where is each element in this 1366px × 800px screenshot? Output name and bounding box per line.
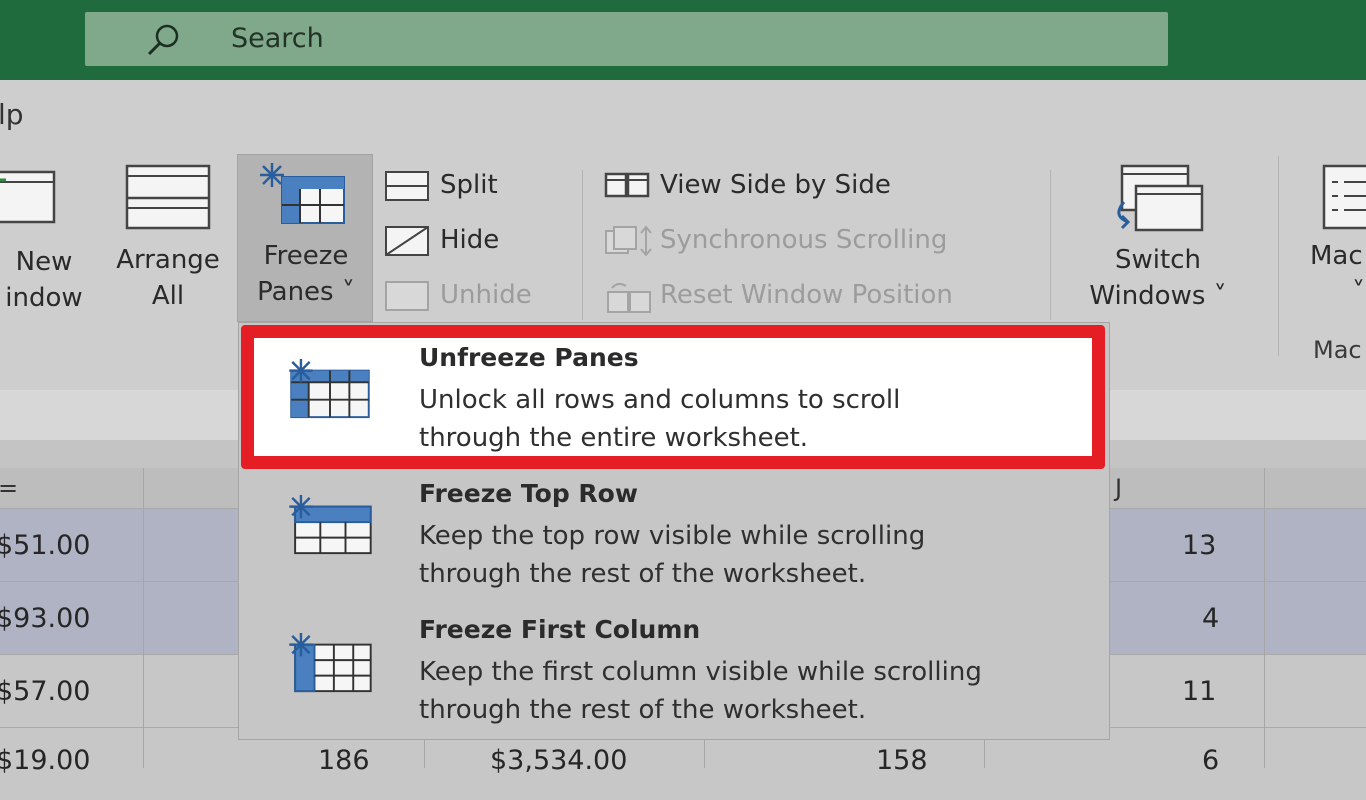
new-window-button[interactable]: New indow [0,164,94,316]
freeze-top-row-icon [289,495,372,555]
search-box[interactable]: Search [85,12,1168,66]
freeze-first-column-icon [289,633,372,693]
hide-button[interactable]: Hide [384,223,524,259]
switch-windows-button[interactable]: Switch Windows ˅ [1064,164,1252,314]
ribbon-separator [1278,156,1279,356]
switch-windows-icon [1117,164,1204,232]
arrange-all-icon [125,164,211,230]
arrange-all-label-2: All [151,281,185,311]
ribbon-separator [1050,170,1051,320]
freeze-panes-icon [260,163,345,224]
freeze-first-column-desc-1: Keep the first column visible while scro… [419,657,982,687]
cell-left[interactable]: $93.00 [0,582,90,655]
freeze-first-column-title: Freeze First Column [419,615,701,644]
title-bar: Search [0,0,1366,80]
macros-icon [1322,164,1366,230]
cell-left[interactable]: $57.00 [0,655,90,728]
view-side-by-side-label: View Side by Side [660,170,891,200]
macros-label-1: Mac [1310,241,1363,271]
freeze-first-column-desc-2: through the rest of the worksheet. [419,695,867,725]
cell-left[interactable]: $19.00 [0,724,90,797]
view-side-by-side-button[interactable]: View Side by Side [604,168,944,204]
synchronous-scrolling-label: Synchronous Scrolling [660,225,948,255]
menu-item-freeze-top-row[interactable]: Freeze Top Row Keep the top row visible … [239,473,1109,605]
new-window-icon [0,170,56,224]
cell-left[interactable]: $51.00 [0,509,90,582]
tab-help[interactable]: lp [0,98,24,131]
unfreeze-panes-desc-2: through the entire worksheet. [419,423,809,453]
switch-windows-label-1: Switch [1115,245,1201,275]
freeze-top-row-title: Freeze Top Row [419,479,638,508]
column-header-left[interactable]: = [0,468,18,508]
reset-window-position-label: Reset Window Position [660,280,953,310]
column-header-j[interactable]: J [1115,468,1122,508]
macros-label-2: ˅ [1352,277,1365,307]
unhide-icon [385,281,429,311]
cell-right[interactable]: 6 [1202,724,1219,797]
arrange-all-button[interactable]: Arrange All [104,164,232,314]
arrange-all-label-1: Arrange [116,245,220,275]
split-button[interactable]: Split [384,168,524,204]
column-gridline [1264,468,1265,768]
column-gridline [143,468,144,768]
ribbon-separator [582,170,583,320]
freeze-panes-label-1: Freeze [263,241,349,271]
macros-button[interactable]: Mac ˅ [1300,164,1366,310]
unhide-button[interactable]: Unhide [384,278,554,314]
new-window-label-1: New [15,247,73,277]
freeze-panes-button[interactable]: Freeze Panes ˅ [237,154,373,322]
cell-right[interactable]: 4 [1202,582,1219,655]
synchronous-scrolling-icon [605,225,652,257]
cell-right[interactable]: 11 [1182,655,1216,728]
search-label: Search [231,23,324,54]
freeze-top-row-desc-1: Keep the top row visible while scrolling [419,521,926,551]
switch-windows-label-2: Windows ˅ [1089,281,1227,311]
menu-item-freeze-first-column[interactable]: Freeze First Column Keep the first colum… [239,609,1109,739]
hide-label: Hide [440,225,500,255]
unfreeze-panes-icon [289,359,370,419]
reset-window-position-button[interactable]: Reset Window Position [604,278,1024,314]
new-window-label-2: indow [5,283,83,313]
freeze-panes-menu: Unfreeze Panes Unlock all rows and colum… [238,322,1110,740]
freeze-top-row-desc-2: through the rest of the worksheet. [419,559,867,589]
unhide-label: Unhide [440,280,532,310]
freeze-panes-label-2: Panes ˅ [257,277,355,307]
split-icon [385,171,429,201]
search-icon [147,24,179,56]
view-side-by-side-icon [604,172,650,198]
split-label: Split [440,170,498,200]
unfreeze-panes-title: Unfreeze Panes [419,343,639,372]
macros-group-label: Mac [1313,336,1362,364]
menu-item-unfreeze-panes[interactable]: Unfreeze Panes Unlock all rows and colum… [239,323,1109,473]
cell-right[interactable]: 13 [1182,509,1216,582]
reset-window-position-icon [607,282,651,313]
unfreeze-panes-desc-1: Unlock all rows and columns to scroll [419,385,901,415]
hide-icon [385,226,429,256]
synchronous-scrolling-button[interactable]: Synchronous Scrolling [604,223,1014,259]
